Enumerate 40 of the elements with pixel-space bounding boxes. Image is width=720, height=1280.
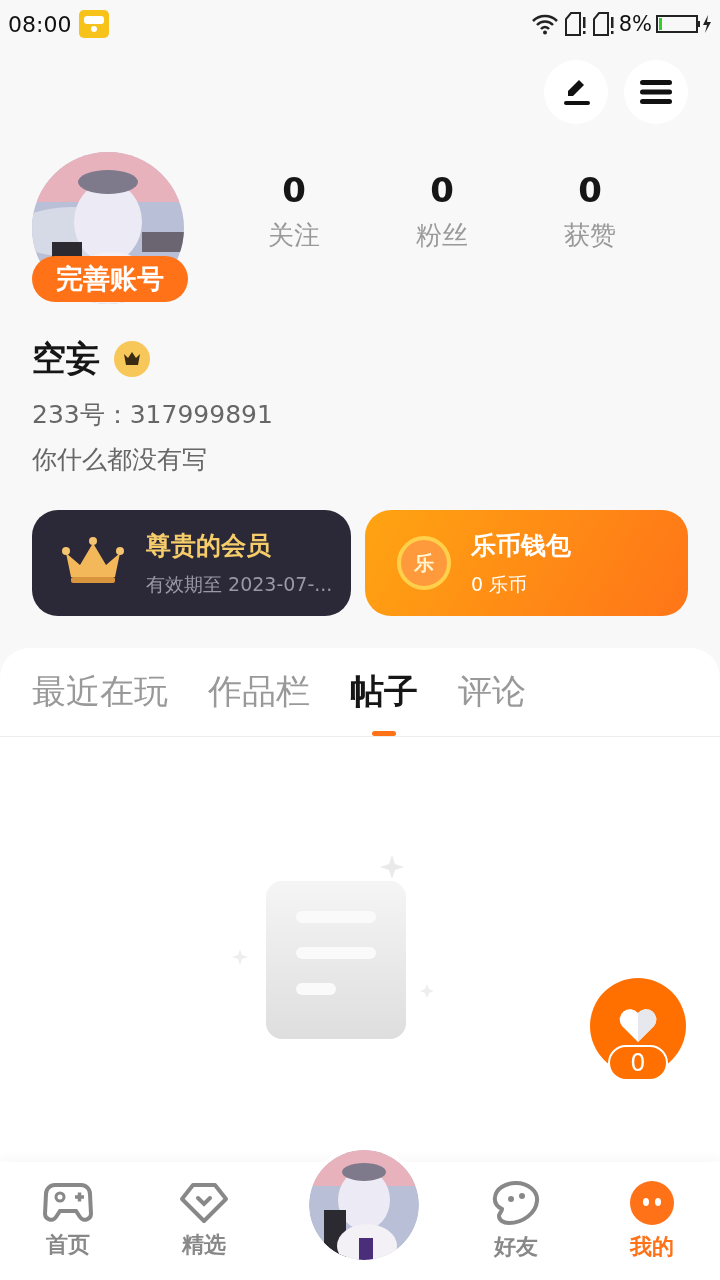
edit-icon [561,78,591,106]
user-name: 空妄 [32,337,100,380]
wallet-card[interactable]: 乐 乐币钱包 0 乐币 [365,510,688,616]
app-notification-icon [79,10,110,38]
user-id: 233号：317999891 [31,399,274,431]
battery-percent: 8% [618,12,652,36]
card-subtitle: 0 乐币 [471,571,529,597]
nav-tab[interactable]: 精选 [154,1182,254,1260]
card-subtitle: 有效期至 2023-07-... [146,571,333,597]
tab[interactable]: 最近在玩 [32,648,168,736]
sim-card-icon [592,12,615,36]
user-bio: 你什么都没有写 [31,444,208,476]
stat-count: 0 [578,170,602,210]
stat-count: 0 [282,170,306,210]
stat-count: 0 [430,170,454,210]
menu-icon [640,79,672,105]
nav-tab[interactable]: 我的 [602,1180,702,1262]
tab[interactable]: 作品栏 [208,648,310,736]
complete-account-button[interactable]: 完善账号 [32,256,188,302]
friend-face-icon [491,1180,541,1226]
gamepad-icon [43,1182,93,1224]
heart-icon [618,1008,658,1044]
nav-tab[interactable]: 首页 [18,1182,118,1260]
stat-label: 关注 [268,219,320,252]
face-icon [629,1180,675,1226]
tab[interactable]: 评论 [458,648,526,736]
nav-tab[interactable]: 好友 [466,1180,566,1262]
stat-label: 获赞 [564,219,616,252]
card-title: 尊贵的会员 [146,529,272,562]
sim-card-icon [564,12,587,36]
tab[interactable]: 帖子 [350,648,418,736]
stat-label: 粉丝 [416,219,468,252]
coin-icon: 乐 [397,536,451,590]
heart-icon [179,1182,229,1224]
crown-badge-icon [114,341,150,377]
membership-card[interactable]: 尊贵的会员 有效期至 2023-07-... [32,510,351,616]
wifi-icon [530,13,559,35]
status-time: 08:00 [8,11,72,37]
battery-charging-icon [656,14,712,34]
card-title: 乐币钱包 [471,529,571,562]
